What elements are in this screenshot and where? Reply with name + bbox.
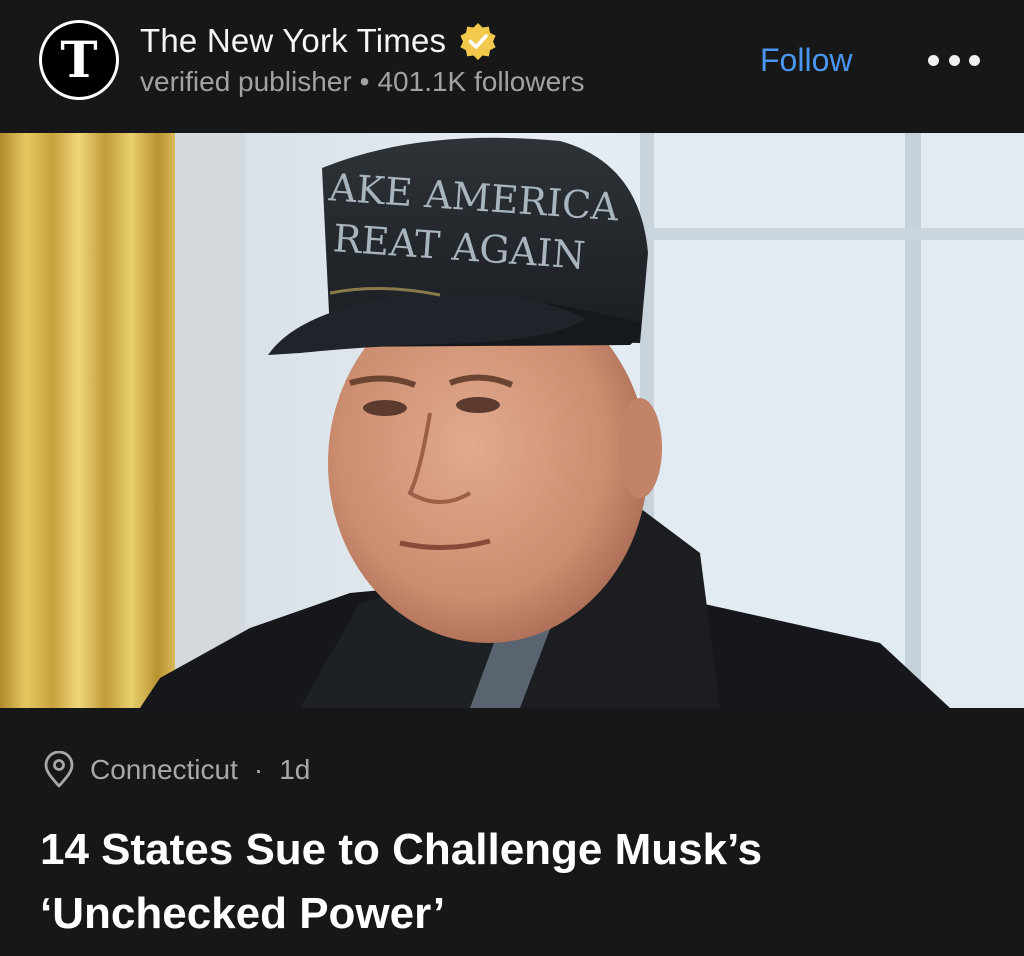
publisher-avatar[interactable]: T: [39, 20, 119, 100]
nyt-logo-icon: T: [42, 23, 116, 97]
publisher-name-row: The New York Times: [140, 20, 498, 62]
more-horizontal-icon: [928, 54, 939, 66]
verified-badge-icon: [460, 23, 496, 60]
article-headline[interactable]: 14 States Sue to Challenge Musk’s ‘Unche…: [40, 818, 980, 946]
follow-button[interactable]: Follow: [760, 38, 852, 82]
post-header: T The New York Times verified publisher •…: [0, 0, 1024, 133]
location-label[interactable]: Connecticut: [90, 754, 238, 786]
more-horizontal-icon: [969, 54, 980, 66]
post-age: 1d: [279, 754, 311, 785]
publisher-name[interactable]: The New York Times: [140, 22, 446, 60]
more-options-button[interactable]: [928, 45, 980, 75]
more-horizontal-icon: [948, 54, 960, 66]
meta-separator: ·: [253, 754, 264, 785]
article-hero-image[interactable]: AKE AMERICA REAT AGAIN: [0, 133, 1024, 708]
publisher-subtitle: verified publisher: [140, 66, 352, 97]
follower-count: 401.1K followers: [377, 66, 585, 97]
publisher-meta: verified publisher • 401.1K followers: [140, 66, 585, 98]
location-pin-icon: [44, 751, 74, 788]
article-meta: Connecticut · 1d: [42, 750, 310, 790]
meta-separator: •: [359, 66, 370, 97]
